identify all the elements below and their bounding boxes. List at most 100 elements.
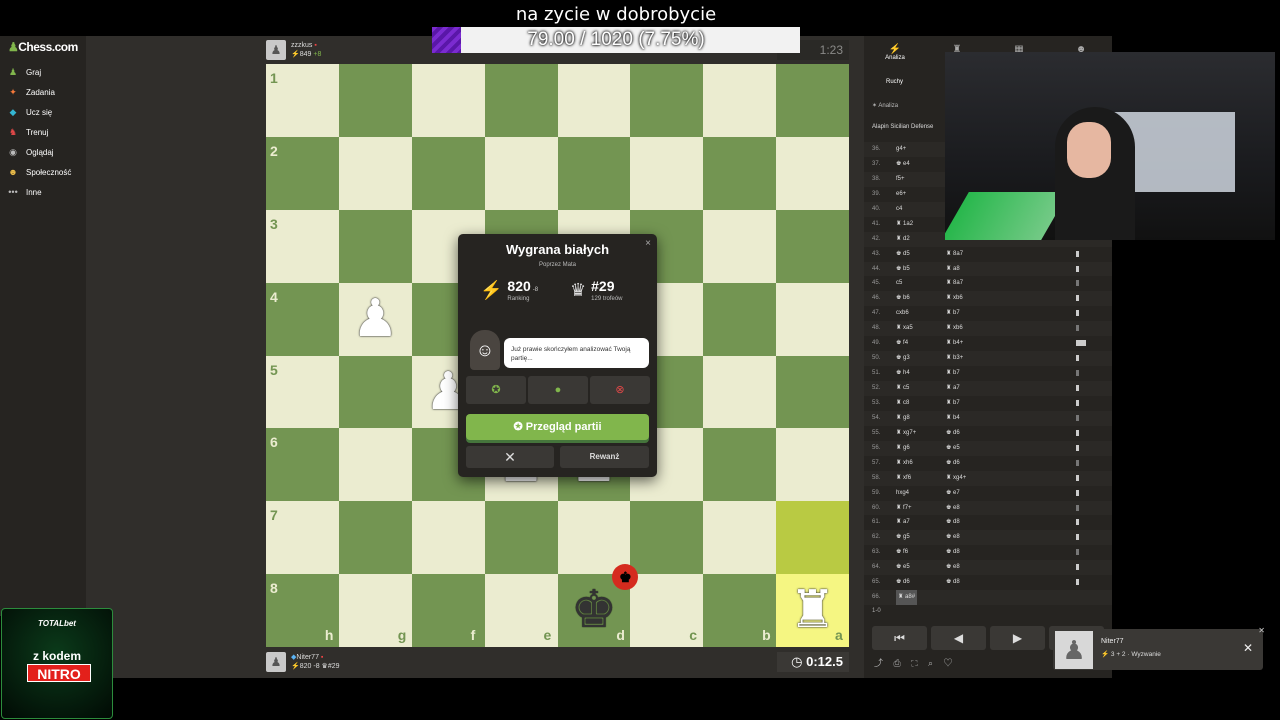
black-move[interactable]: ♜ b7 [946,306,960,321]
white-move[interactable]: c4 [896,202,902,217]
white-move[interactable]: ♜ f7+ [896,501,912,516]
board-square[interactable] [776,355,850,429]
white-pawn[interactable]: ♟ [339,283,412,355]
board-square[interactable] [338,136,412,210]
white-rook[interactable]: ♜ [776,574,849,646]
white-move[interactable]: ♚ g5 [896,530,910,545]
black-move[interactable]: ♜ xb6 [946,321,963,336]
close-modal-button[interactable]: ✕ [466,446,554,468]
board-square[interactable] [703,282,777,356]
board-square[interactable] [703,64,777,137]
board-square[interactable] [703,209,777,283]
black-move[interactable]: ♜ a7 [946,381,960,396]
white-move[interactable]: ♚ g3 [896,351,910,366]
board-square[interactable] [630,64,704,137]
white-move[interactable]: ♚ f4 [896,336,908,351]
rate-good-button[interactable]: ✪ [466,376,526,404]
white-move[interactable]: c5 [896,276,902,291]
white-move[interactable]: ♜ g6 [896,441,910,456]
sidebar-item-3[interactable]: ♞ Trenuj [6,122,86,142]
black-move[interactable]: ♚ d8 [946,515,960,530]
black-move[interactable]: ♚ e8 [946,560,960,575]
board-square[interactable] [776,209,850,283]
black-move[interactable]: ♜ 8a7 [946,247,963,262]
decline-challenge-button[interactable]: ✕ [1243,641,1253,655]
board-square[interactable] [338,355,412,429]
board-square[interactable] [776,282,850,356]
board-square[interactable] [776,501,850,575]
white-move[interactable]: ♜ a7 [896,515,910,530]
black-move[interactable]: ♚ e5 [946,441,960,456]
top-player-name[interactable]: zzzkus [291,42,312,49]
white-move[interactable]: e6+ [896,187,906,202]
board-square[interactable] [557,64,631,137]
board-square[interactable] [557,136,631,210]
rematch-button[interactable]: Rewanż [560,446,649,468]
black-move[interactable]: ♜ b4+ [946,336,963,351]
board-square[interactable] [338,501,412,575]
board-square[interactable] [776,136,850,210]
bottom-player-name[interactable]: Niter77 [296,654,319,661]
white-move[interactable]: ♜ xh6 [896,456,913,471]
white-move[interactable]: ♜ xf6 [896,471,911,486]
white-move[interactable]: ♜ 1a2 [896,217,913,232]
close-notification-icon[interactable]: ✕ [1258,626,1265,635]
white-move[interactable]: cxb6 [896,306,909,321]
white-move[interactable]: ♚ f6 [896,545,908,560]
white-move[interactable]: ♜ d2 [896,232,910,247]
white-move[interactable]: ♜ g8 [896,411,910,426]
white-move[interactable]: ♚ b6 [896,291,910,306]
board-square[interactable] [338,428,412,502]
toolbar-icons[interactable]: ⤴ ⎙ ⛶ ⌕ ♡ [874,656,957,669]
black-move[interactable]: ♚ d6 [946,456,960,471]
board-square[interactable] [630,501,704,575]
black-move[interactable]: ♚ e8 [946,530,960,545]
black-move[interactable]: ♜ a8 [946,262,960,277]
black-move[interactable]: ♜ xg4+ [946,471,966,486]
top-player-avatar[interactable]: ♟ [266,40,286,60]
board-square[interactable] [484,501,558,575]
board-square[interactable] [484,64,558,137]
analysis-toggle[interactable]: ✶ Analiza [872,102,898,109]
black-move[interactable]: ♜ b3+ [946,351,963,366]
white-move[interactable]: ♚ b5 [896,262,910,277]
panel-tab-0[interactable]: ⚡ Analiza [864,36,926,68]
black-move[interactable]: ♚ d6 [946,426,960,441]
white-move[interactable]: ♜ xa5 [896,321,913,336]
sidebar-item-6[interactable]: ••• Inne [6,182,86,202]
board-square[interactable] [703,355,777,429]
board-square[interactable] [703,501,777,575]
challenge-notification[interactable]: ♟ Niter77 ⚡ 3 + 2 · Wyzwanie ✕ ✕ [1053,626,1265,670]
sidebar-item-1[interactable]: ✦ Zadania [6,82,86,102]
white-move[interactable]: ♜ c8 [896,396,909,411]
game-review-button[interactable]: ✪ Przegląd partii [466,414,649,440]
black-move[interactable]: ♚ d8 [946,575,960,590]
board-square[interactable] [338,64,412,137]
white-move[interactable]: ♚ d6 [896,575,910,590]
board-square[interactable] [557,501,631,575]
white-move[interactable]: ♚ h4 [896,366,910,381]
board-square[interactable] [630,136,704,210]
board-square[interactable] [411,64,485,137]
chess-logo[interactable]: ♟Chess.com [8,40,78,54]
next-move-button[interactable]: ▶ [990,626,1045,650]
white-move[interactable]: ♜ c5 [896,381,909,396]
black-move[interactable]: ♚ d8 [946,545,960,560]
white-move[interactable]: f5+ [896,172,905,187]
sidebar-item-5[interactable]: ☻ Społeczność [6,162,86,182]
prev-move-button[interactable]: ◀ [931,626,986,650]
bottom-player-avatar[interactable]: ♟ [266,652,286,672]
board-square[interactable] [776,428,850,502]
board-square[interactable] [338,209,412,283]
white-move[interactable]: ♜ a8# [896,590,918,606]
black-move[interactable]: ♚ e8 [946,501,960,516]
rate-thumbs-up-button[interactable]: ● [528,376,588,404]
sidebar-item-0[interactable]: ♟ Graj [6,62,86,82]
white-move[interactable]: ♚ e5 [896,560,910,575]
black-move[interactable]: ♜ b7 [946,396,960,411]
white-move[interactable]: g4+ [896,142,906,157]
white-move[interactable]: hxg4 [896,486,909,501]
white-move[interactable]: ♚ e4 [896,157,910,172]
black-move[interactable]: ♜ b4 [946,411,960,426]
black-move[interactable]: ♜ b7 [946,366,960,381]
